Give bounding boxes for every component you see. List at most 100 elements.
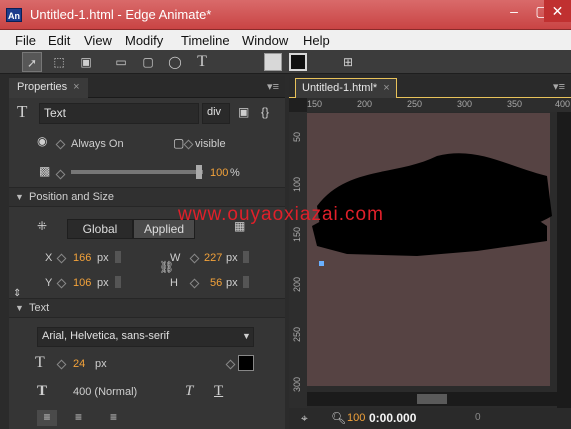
current-time[interactable]: 0:00.000 [369, 411, 416, 425]
menu-file[interactable]: File [15, 33, 36, 48]
tab-properties[interactable]: Properties × [9, 78, 88, 98]
font-family-select[interactable]: Arial, Helvetica, sans-serif [37, 327, 254, 347]
close-tab-icon[interactable]: × [383, 82, 389, 94]
selection-tool-icon[interactable]: ➚ [22, 52, 42, 72]
x-value[interactable]: 166 [73, 252, 91, 264]
horizontal-scroll-thumb[interactable] [417, 394, 447, 404]
overflow-icon: ▢ [173, 136, 185, 150]
h-unit[interactable]: px [226, 277, 238, 289]
italic-icon[interactable]: T [185, 383, 193, 400]
menu-help[interactable]: Help [303, 33, 330, 48]
chevron-down-icon: ▼ [242, 331, 251, 341]
align-center-icon[interactable]: ≡ [75, 410, 82, 424]
y-unit[interactable]: px [97, 277, 109, 289]
clip-icon[interactable]: ▣ [238, 105, 249, 119]
clipping-tool-icon[interactable]: ▣ [76, 52, 96, 72]
keyframe-diamond-icon[interactable] [225, 359, 236, 370]
grid-icon[interactable]: ⊞ [338, 52, 358, 72]
y-unit-spinner[interactable] [115, 276, 121, 288]
keyframe-diamond-icon[interactable] [56, 359, 67, 370]
position-size-label: Position and Size [29, 191, 114, 203]
font-size-unit[interactable]: px [95, 358, 107, 370]
w-value[interactable]: 227 [204, 252, 222, 264]
registration-point-icon[interactable]: ⁜ [37, 219, 47, 233]
minimize-button[interactable]: – [500, 0, 528, 22]
y-value[interactable]: 106 [73, 277, 91, 289]
panel-menu-icon[interactable]: ▾≡ [267, 80, 279, 93]
align-left-icon[interactable]: ≡ [37, 410, 57, 426]
panel-menu-icon[interactable]: ▾≡ [553, 80, 565, 93]
horizontal-scrollbar[interactable] [307, 392, 557, 406]
ruler-tick: 350 [507, 99, 523, 109]
opacity-slider-track[interactable] [71, 170, 203, 174]
w-unit[interactable]: px [226, 252, 238, 264]
keyframe-diamond-icon[interactable] [55, 169, 66, 180]
x-unit[interactable]: px [97, 252, 109, 264]
keyframe-diamond-icon[interactable] [183, 139, 194, 150]
keyframe-diamond-icon[interactable] [55, 139, 66, 150]
text-element-icon: T [17, 102, 28, 121]
font-weight-value[interactable]: 400 (Normal) [73, 386, 137, 398]
collapse-triangle-icon: ▼ [15, 192, 24, 202]
global-toggle-button[interactable]: Global [67, 219, 133, 239]
close-button[interactable]: ✕ [544, 0, 571, 22]
transform-tool-icon[interactable]: ⬚ [49, 52, 69, 72]
vertical-scrollbar[interactable] [557, 112, 571, 408]
fill-color-swatch[interactable] [264, 53, 282, 71]
keyframe-diamond-icon[interactable] [56, 278, 67, 289]
element-name-field[interactable]: Text [39, 103, 199, 124]
menu-window[interactable]: Window [242, 33, 288, 48]
menu-view[interactable]: View [84, 33, 112, 48]
selection-handle[interactable] [319, 261, 324, 266]
h-unit-spinner[interactable] [243, 276, 249, 288]
code-braces-icon[interactable]: {} [261, 105, 269, 119]
rounded-rectangle-tool-icon[interactable]: ▢ [138, 52, 158, 72]
horizontal-ruler: 150 200 250 300 350 400 [307, 98, 571, 112]
ruler-tick: 250 [407, 99, 423, 109]
overflow-value[interactable]: visible [195, 138, 226, 150]
keyframe-diamond-icon[interactable] [189, 253, 200, 264]
stage-panel: Untitled-1.html* × ▾≡ 150 200 250 300 350… [289, 76, 571, 429]
border-color-swatch[interactable] [289, 53, 307, 71]
opacity-slider-fill [71, 170, 203, 174]
menu-timeline[interactable]: Timeline [181, 33, 230, 48]
collapse-triangle-icon: ▼ [15, 303, 24, 313]
menu-modify[interactable]: Modify [125, 33, 163, 48]
tag-select[interactable]: div [202, 103, 230, 124]
tab-document[interactable]: Untitled-1.html* × [295, 78, 397, 98]
properties-panel: Properties × ▾≡ T Text div ▣ {} ◉ Always … [9, 76, 285, 429]
align-right-icon[interactable]: ≡ [110, 410, 117, 424]
close-tab-icon[interactable]: × [73, 81, 79, 93]
ellipse-tool-icon[interactable]: ◯ [165, 52, 185, 72]
time-offset: 0 [475, 412, 481, 423]
x-unit-spinner[interactable] [115, 251, 121, 263]
text-tool-icon[interactable]: T [192, 52, 212, 72]
visibility-value[interactable]: Always On [71, 138, 124, 150]
w-unit-spinner[interactable] [243, 251, 249, 263]
opacity-slider-handle[interactable] [196, 165, 202, 179]
opacity-value[interactable]: 100 [210, 167, 228, 179]
ruler-tick: 300 [457, 99, 473, 109]
timeline-bar: ⌖ 🔍︎ 100 0:00.000 0 [289, 408, 571, 429]
menu-edit[interactable]: Edit [48, 33, 70, 48]
zoom-icon[interactable]: 🔍︎ [331, 411, 346, 425]
vertical-ruler: 50 100 150 200 250 300 [289, 112, 307, 408]
rectangle-tool-icon[interactable]: ▭ [111, 52, 131, 72]
title-bar: An Untitled-1.html - Edge Animate* – ▢ ✕ [0, 0, 571, 30]
zoom-value[interactable]: 100 [347, 412, 365, 424]
keyframe-diamond-icon[interactable] [189, 278, 200, 289]
underline-icon[interactable]: T [214, 383, 223, 400]
stage-tab-bar: Untitled-1.html* × ▾≡ [289, 76, 571, 98]
ruler-tick: 150 [292, 226, 302, 242]
keyframe-diamond-icon[interactable] [56, 253, 67, 264]
crosshair-icon[interactable]: ⌖ [301, 411, 308, 426]
ruler-tick: 400 [555, 99, 571, 109]
eye-icon: ◉ [37, 134, 48, 148]
font-size-value[interactable]: 24 [73, 358, 85, 370]
text-color-swatch[interactable] [238, 355, 254, 371]
h-value[interactable]: 56 [210, 277, 222, 289]
app-icon: An [6, 8, 22, 22]
text-section-header[interactable]: ▼ Text [9, 298, 285, 318]
ruler-tick: 200 [357, 99, 373, 109]
document-tab-label: Untitled-1.html* [302, 82, 378, 94]
